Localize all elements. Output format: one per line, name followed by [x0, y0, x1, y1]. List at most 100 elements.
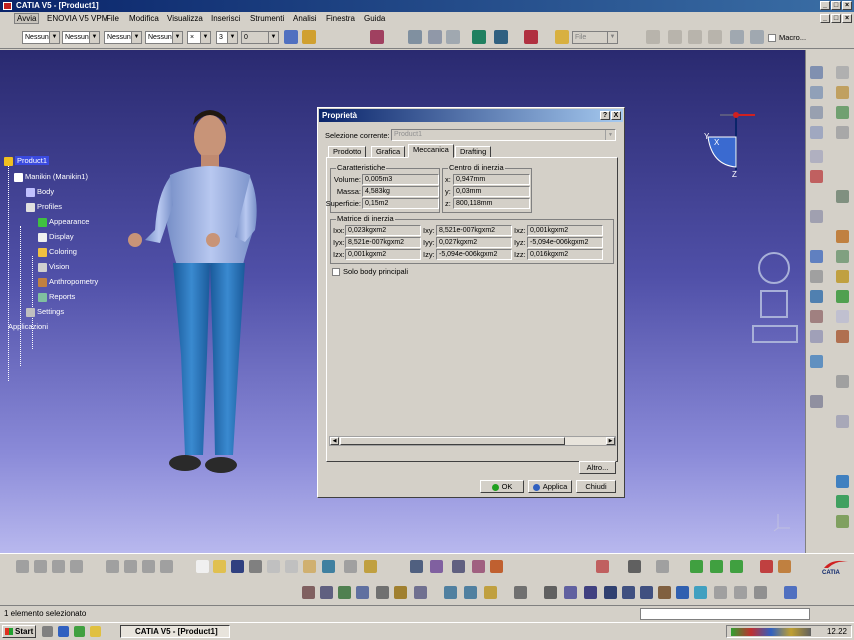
swap-icon[interactable]	[836, 310, 849, 323]
fly-icon[interactable]	[410, 560, 423, 573]
menu-analisi[interactable]: Analisi	[293, 14, 317, 23]
menu-visualizza[interactable]: Visualizza	[167, 14, 203, 23]
ergonomics-tool-icon[interactable]	[810, 66, 823, 79]
cut-tool-icon[interactable]	[106, 560, 119, 573]
undo-icon[interactable]	[322, 560, 335, 573]
open-icon[interactable]	[213, 560, 226, 573]
select-icon[interactable]	[836, 66, 849, 79]
print-icon[interactable]	[249, 560, 262, 573]
analysis-icon[interactable]	[810, 170, 823, 183]
other-button[interactable]: Altro...	[579, 461, 616, 474]
workbench-c-icon[interactable]	[52, 560, 65, 573]
grid-tool-icon[interactable]	[596, 560, 609, 573]
constraint-icon[interactable]	[810, 150, 823, 163]
hide-show-icon[interactable]	[394, 586, 407, 599]
tree-item-manikin[interactable]: Manikin (Manikin1)	[25, 172, 88, 181]
lift-icon[interactable]	[836, 190, 849, 203]
pan-icon[interactable]	[452, 560, 465, 573]
workbench-d-icon[interactable]	[70, 560, 83, 573]
axis-icon[interactable]	[446, 30, 460, 44]
manipulate-icon[interactable]	[810, 310, 823, 323]
menu-guida[interactable]: Guida	[364, 14, 385, 23]
tree-item-profiles[interactable]: Profiles	[37, 202, 62, 211]
tree-item-settings[interactable]: Settings	[37, 307, 64, 316]
desktop-quicklaunch-icon[interactable]	[42, 626, 53, 637]
mirror-icon[interactable]	[124, 560, 137, 573]
doc-minimize-button[interactable]: _	[820, 14, 830, 23]
linewidth-combo[interactable]: Nessun ▼	[145, 31, 183, 44]
tree-item-applicazioni[interactable]: Applicazioni	[8, 322, 48, 331]
product-icon[interactable]	[472, 30, 486, 44]
swap-space-icon[interactable]	[734, 586, 747, 599]
explorer-quicklaunch-icon[interactable]	[90, 626, 101, 637]
shading-b-icon[interactable]	[710, 560, 723, 573]
layout-icon[interactable]	[356, 586, 369, 599]
hide-icon[interactable]	[714, 586, 727, 599]
ok-button[interactable]: OK	[480, 480, 524, 493]
menu-enovia[interactable]: ENOVIA V5 VPM	[47, 14, 108, 23]
attach-icon[interactable]	[810, 270, 823, 283]
command-input[interactable]	[640, 608, 810, 620]
rula-icon[interactable]	[810, 250, 823, 263]
apply-button[interactable]: Applica	[528, 480, 572, 493]
zoom-out-icon[interactable]	[640, 586, 653, 599]
menu-finestra[interactable]: Finestra	[326, 14, 355, 23]
tree-item-coloring[interactable]: Coloring	[49, 247, 77, 256]
close-window-button[interactable]: ×	[842, 1, 852, 10]
normal-view-icon[interactable]	[414, 586, 427, 599]
maximize-button[interactable]: □	[831, 1, 841, 10]
rotate-icon[interactable]	[472, 560, 485, 573]
menu-modifica[interactable]: Modifica	[129, 14, 159, 23]
reach-icon[interactable]	[836, 106, 849, 119]
standard-pose-icon[interactable]	[836, 126, 849, 139]
pan-view-icon[interactable]	[604, 586, 617, 599]
cut-icon[interactable]	[267, 560, 280, 573]
copy-icon[interactable]	[285, 560, 298, 573]
menu-strumenti[interactable]: Strumenti	[250, 14, 284, 23]
tree-root-product[interactable]: Product1	[15, 156, 50, 165]
shading-a-icon[interactable]	[690, 560, 703, 573]
assembly-icon[interactable]	[494, 30, 508, 44]
render-a-icon[interactable]	[760, 560, 773, 573]
linetype-combo[interactable]: Nessun ▼	[104, 31, 142, 44]
network-icon[interactable]	[836, 495, 849, 508]
new-icon[interactable]	[196, 560, 209, 573]
file-combo[interactable]: File ▼	[572, 31, 618, 44]
tree-item-display[interactable]: Display	[49, 232, 74, 241]
copy-tool-icon[interactable]	[142, 560, 155, 573]
dialog-close-button[interactable]: X	[611, 111, 621, 120]
compass-widget[interactable]: Y X Z	[700, 105, 760, 185]
tree-item-vision[interactable]: Vision	[49, 262, 69, 271]
painter-icon[interactable]	[284, 30, 298, 44]
globe-icon[interactable]	[836, 475, 849, 488]
folder-icon[interactable]	[555, 30, 569, 44]
color-combo[interactable]: Nessun ▼	[22, 31, 60, 44]
fly-mode-icon[interactable]	[564, 586, 577, 599]
shade-icon[interactable]	[694, 586, 707, 599]
tree-tool-icon[interactable]	[836, 515, 849, 528]
scroll-right-button[interactable]: ▶	[606, 437, 615, 445]
paintbrush-icon[interactable]	[302, 30, 316, 44]
tree-item-reports[interactable]: Reports	[49, 292, 75, 301]
table-icon[interactable]	[338, 586, 351, 599]
ik-icon[interactable]	[810, 126, 823, 139]
doc-restore-button[interactable]: □	[831, 14, 841, 23]
workbench-b-icon[interactable]	[34, 560, 47, 573]
zoom-tool-icon[interactable]	[490, 560, 503, 573]
tab-meccanica[interactable]: Meccanica	[408, 144, 454, 158]
snap-icon[interactable]	[408, 30, 422, 44]
layer-style-combo[interactable]: 3 ▼	[216, 31, 238, 44]
tray-icons[interactable]	[731, 628, 811, 636]
camera-icon[interactable]	[628, 560, 641, 573]
panel-horizontal-scrollbar[interactable]: ◀ ▶	[329, 436, 616, 446]
tree-item-anthropometry[interactable]: Anthropometry	[49, 277, 98, 286]
scroll-left-button[interactable]: ◀	[330, 437, 339, 445]
posture-icon[interactable]	[810, 86, 823, 99]
scroll-thumb[interactable]	[340, 437, 565, 445]
only-main-body-checkbox[interactable]	[332, 268, 340, 276]
doc-close-button[interactable]: ×	[842, 14, 852, 23]
push-pull-icon[interactable]	[810, 210, 823, 223]
tree-item-appearance[interactable]: Appearance	[49, 217, 89, 226]
biomechanics-icon[interactable]	[836, 250, 849, 263]
knowledge-icon[interactable]	[320, 586, 333, 599]
